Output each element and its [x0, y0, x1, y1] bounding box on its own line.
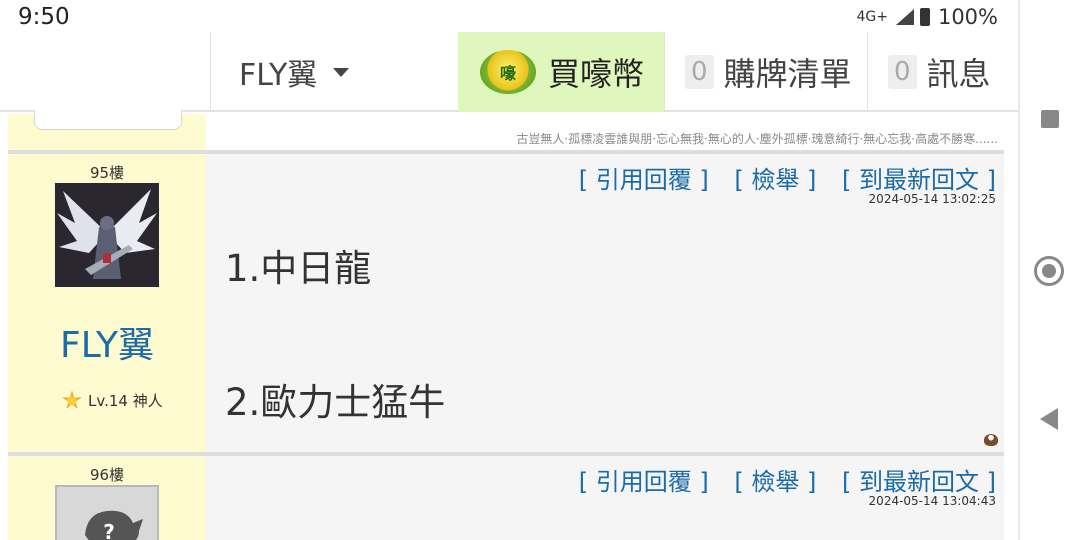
user-level-text: Lv.14 神人 — [88, 392, 163, 410]
network-type: 4G+ — [856, 9, 888, 25]
screen: 9:50 4G+ 100% FLY翼 嚎 買嚎幣 0 購牌清單 0 訊息 古豈無… — [0, 0, 1080, 540]
post-timestamp: 2024-05-14 13:02:25 — [868, 192, 996, 206]
coin-glyph: 嚎 — [499, 64, 516, 83]
signal-icon — [895, 9, 914, 25]
floor-number: 95樓 — [89, 164, 125, 182]
report-link[interactable]: [ 檢舉 ] — [734, 468, 816, 496]
messages-label: 訊息 — [926, 55, 991, 93]
post-timestamp: 2024-05-14 13:04:43 — [868, 494, 996, 508]
post-actions: [ 引用回覆 ] [ 檢舉 ] [ 到最新回文 ] — [561, 160, 996, 195]
prev-post-signature: 古豈無人·孤標凌雲誰與朋·忘心無我·無心的人·塵外孤標·瑰意綺行·無心忘我·高處… — [8, 110, 1004, 151]
quote-reply-link[interactable]: [ 引用回覆 ] — [579, 166, 709, 194]
prev-user-panel — [8, 110, 206, 151]
status-bar: 9:50 4G+ 100% — [0, 0, 1018, 32]
report-link[interactable]: [ 檢舉 ] — [734, 166, 816, 194]
messages-count: 0 — [888, 55, 917, 89]
shop-list-button[interactable]: 0 購牌清單 — [664, 32, 867, 112]
avatar-placeholder[interactable]: ? — [55, 485, 159, 540]
emoticon-icon[interactable] — [984, 434, 998, 446]
home-icon[interactable] — [1034, 256, 1064, 286]
post-content-line: 2.歐力士猛牛 — [225, 381, 446, 424]
user-panel: 95樓 FLY翼 Lv.14 神人 — [8, 154, 206, 452]
coin-icon: 嚎 — [480, 50, 536, 94]
system-navigation-bar — [1018, 0, 1080, 540]
back-icon[interactable] — [1040, 408, 1058, 430]
buy-coin-label: 買嚎幣 — [548, 55, 645, 93]
post-96: 96樓 ? [ 引用回覆 ] [ 檢舉 ] [ 到最新回文 ] 2024-05-… — [8, 456, 1004, 540]
status-indicators: 4G+ 100% — [856, 5, 998, 29]
user-panel: 96樓 ? — [8, 456, 206, 540]
messages-button[interactable]: 0 訊息 — [867, 32, 1018, 112]
recents-icon[interactable] — [1041, 110, 1059, 128]
post-actions: [ 引用回覆 ] [ 檢舉 ] [ 到最新回文 ] — [561, 462, 996, 497]
floor-number: 96樓 — [89, 466, 125, 484]
battery-icon — [919, 8, 930, 26]
post-username[interactable]: FLY翼 — [8, 316, 206, 368]
chevron-down-icon — [333, 67, 350, 77]
status-time: 9:50 — [18, 4, 70, 30]
post-content-line: 1.中日龍 — [225, 247, 372, 290]
prev-user-box — [34, 110, 182, 130]
user-menu-label: FLY翼 — [239, 58, 318, 93]
user-menu[interactable]: FLY翼 — [210, 32, 458, 112]
battery-level: 100% — [937, 5, 998, 29]
latest-reply-link[interactable]: [ 到最新回文 ] — [842, 468, 996, 496]
avatar[interactable] — [55, 183, 159, 287]
svg-text:?: ? — [103, 520, 115, 540]
user-level: Lv.14 神人 — [62, 390, 163, 411]
shop-list-label: 購牌清單 — [723, 55, 852, 93]
buy-coin-button[interactable]: 嚎 買嚎幣 — [458, 32, 664, 112]
shop-list-count: 0 — [685, 55, 714, 89]
post-95: 95樓 FLY翼 Lv.14 神人 [ 引用回覆 ] [ 檢舉] [到最新回… — [8, 154, 1004, 452]
level-star-icon — [62, 390, 82, 409]
signature-text: 古豈無人·孤標凌雲誰與朋·忘心無我·無心的人·塵外孤標·瑰意綺行·無心忘我·高處… — [516, 132, 998, 146]
top-nav: FLY翼 嚎 買嚎幣 0 購牌清單 0 訊息 — [0, 32, 1018, 112]
latest-reply-link[interactable]: [ 到最新回文 ] — [842, 166, 996, 194]
quote-reply-link[interactable]: [ 引用回覆 ] — [579, 468, 709, 496]
